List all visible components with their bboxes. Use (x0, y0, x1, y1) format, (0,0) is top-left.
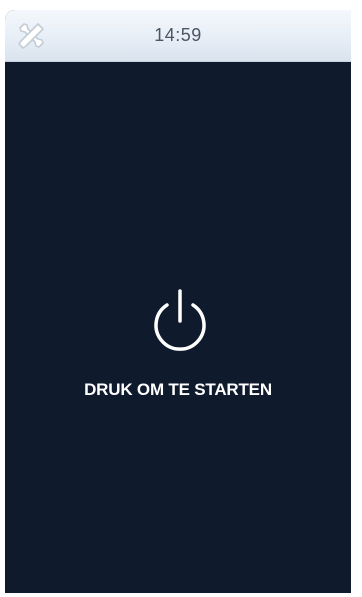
start-button[interactable]: DRUK OM TE STARTEN (5, 240, 351, 420)
power-button[interactable] (148, 285, 212, 355)
power-icon (154, 289, 206, 351)
clock: 14:59 (154, 25, 202, 45)
status-bar: 14:59 (5, 10, 351, 62)
start-label: DRUK OM TE STARTEN (84, 380, 272, 399)
touch-screen: 14:59 DRUK OM TE STARTEN (5, 10, 351, 593)
device-frame: 14:59 DRUK OM TE STARTEN (0, 0, 362, 597)
